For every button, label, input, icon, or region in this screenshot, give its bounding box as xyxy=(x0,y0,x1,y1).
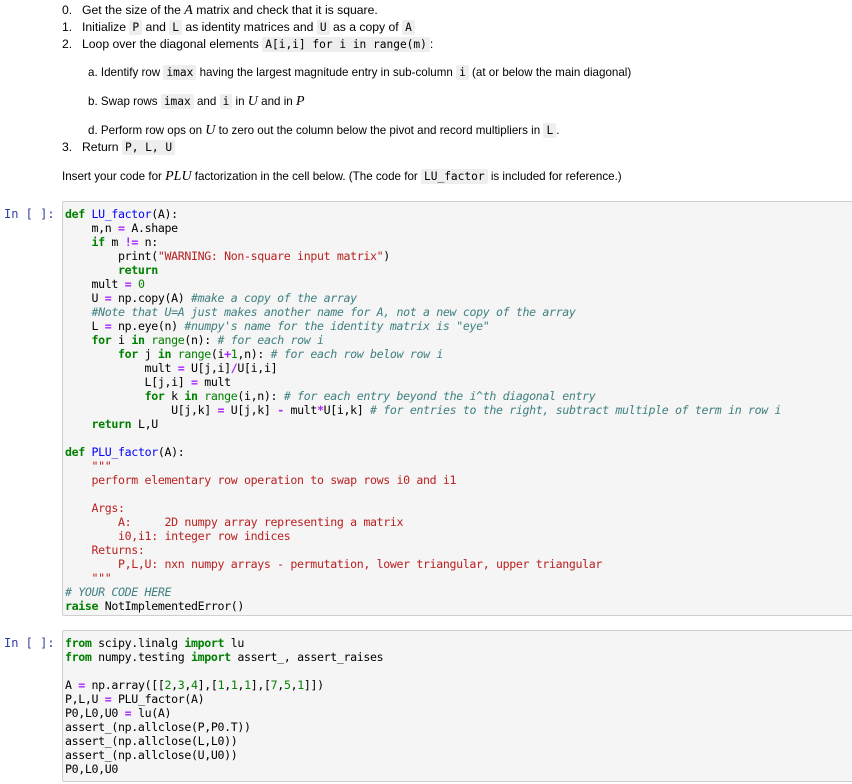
code-cell-test[interactable]: from scipy.linalg import lu from numpy.t… xyxy=(62,630,852,782)
instruction-sub-a: a. Identify row imax having the largest … xyxy=(88,65,632,80)
instruction-sub-b: b. Swap rows imax and i in U and in P xyxy=(88,94,305,109)
instruction-step-1: 1. Initialize P and L as identity matrice… xyxy=(62,19,415,36)
code-cell-lu-factor[interactable]: def LU_factor(A): m,n = A.shape if m != … xyxy=(62,201,852,616)
instruction-step-3: 3. Return P, L, U xyxy=(62,139,176,156)
instruction-sub-d: d. Perform row ops on U to zero out the … xyxy=(88,123,560,138)
cell-prompt: In [ ]: xyxy=(4,207,55,221)
insert-code-instruction: Insert your code for PLU factorization i… xyxy=(62,169,622,184)
instruction-step-0: 0. Get the size of the A matrix and check… xyxy=(62,3,378,18)
code-editor[interactable]: from scipy.linalg import lu from numpy.t… xyxy=(63,631,852,776)
instruction-step-2: 2. Loop over the diagonal elements A[i,i]… xyxy=(62,37,434,52)
cell-prompt: In [ ]: xyxy=(4,636,55,650)
code-editor[interactable]: def LU_factor(A): m,n = A.shape if m != … xyxy=(63,202,852,613)
